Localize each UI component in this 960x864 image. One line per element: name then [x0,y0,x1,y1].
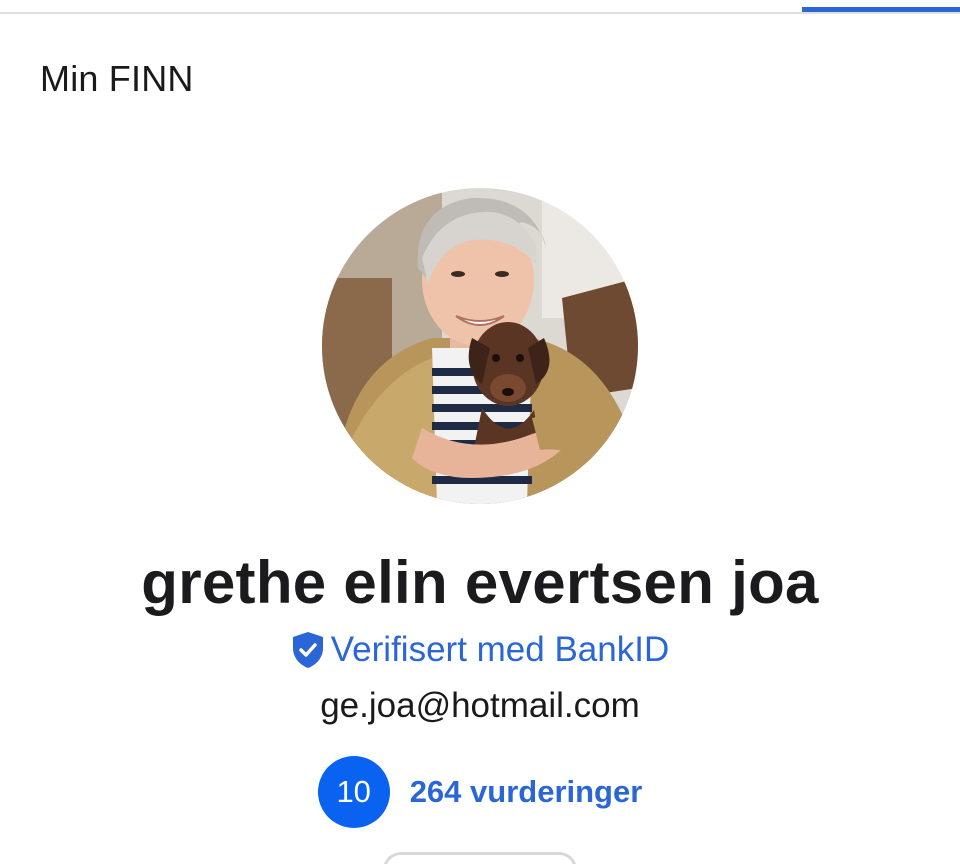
tab-bar-divider [0,12,960,14]
reviews-link[interactable]: 264 vurderinger [410,774,643,810]
page-title: Min FINN [40,58,194,99]
active-tab-indicator [802,7,960,12]
avatar[interactable] [322,188,638,504]
profile-action-button[interactable] [383,852,577,864]
ratings-summary: 10 264 vurderinger [0,756,960,828]
shield-check-icon [292,632,323,668]
profile-page: Min FINN grethe elin evertsen joa Verifi… [0,0,960,864]
verified-label: Verifisert med BankID [330,630,670,669]
avatar-photo [322,188,638,504]
user-email: ge.joa@hotmail.com [320,686,640,725]
verification-status: Verifisert med BankID [0,630,960,670]
user-name: grethe elin evertsen joa [141,549,819,616]
rating-score-badge: 10 [317,756,390,828]
